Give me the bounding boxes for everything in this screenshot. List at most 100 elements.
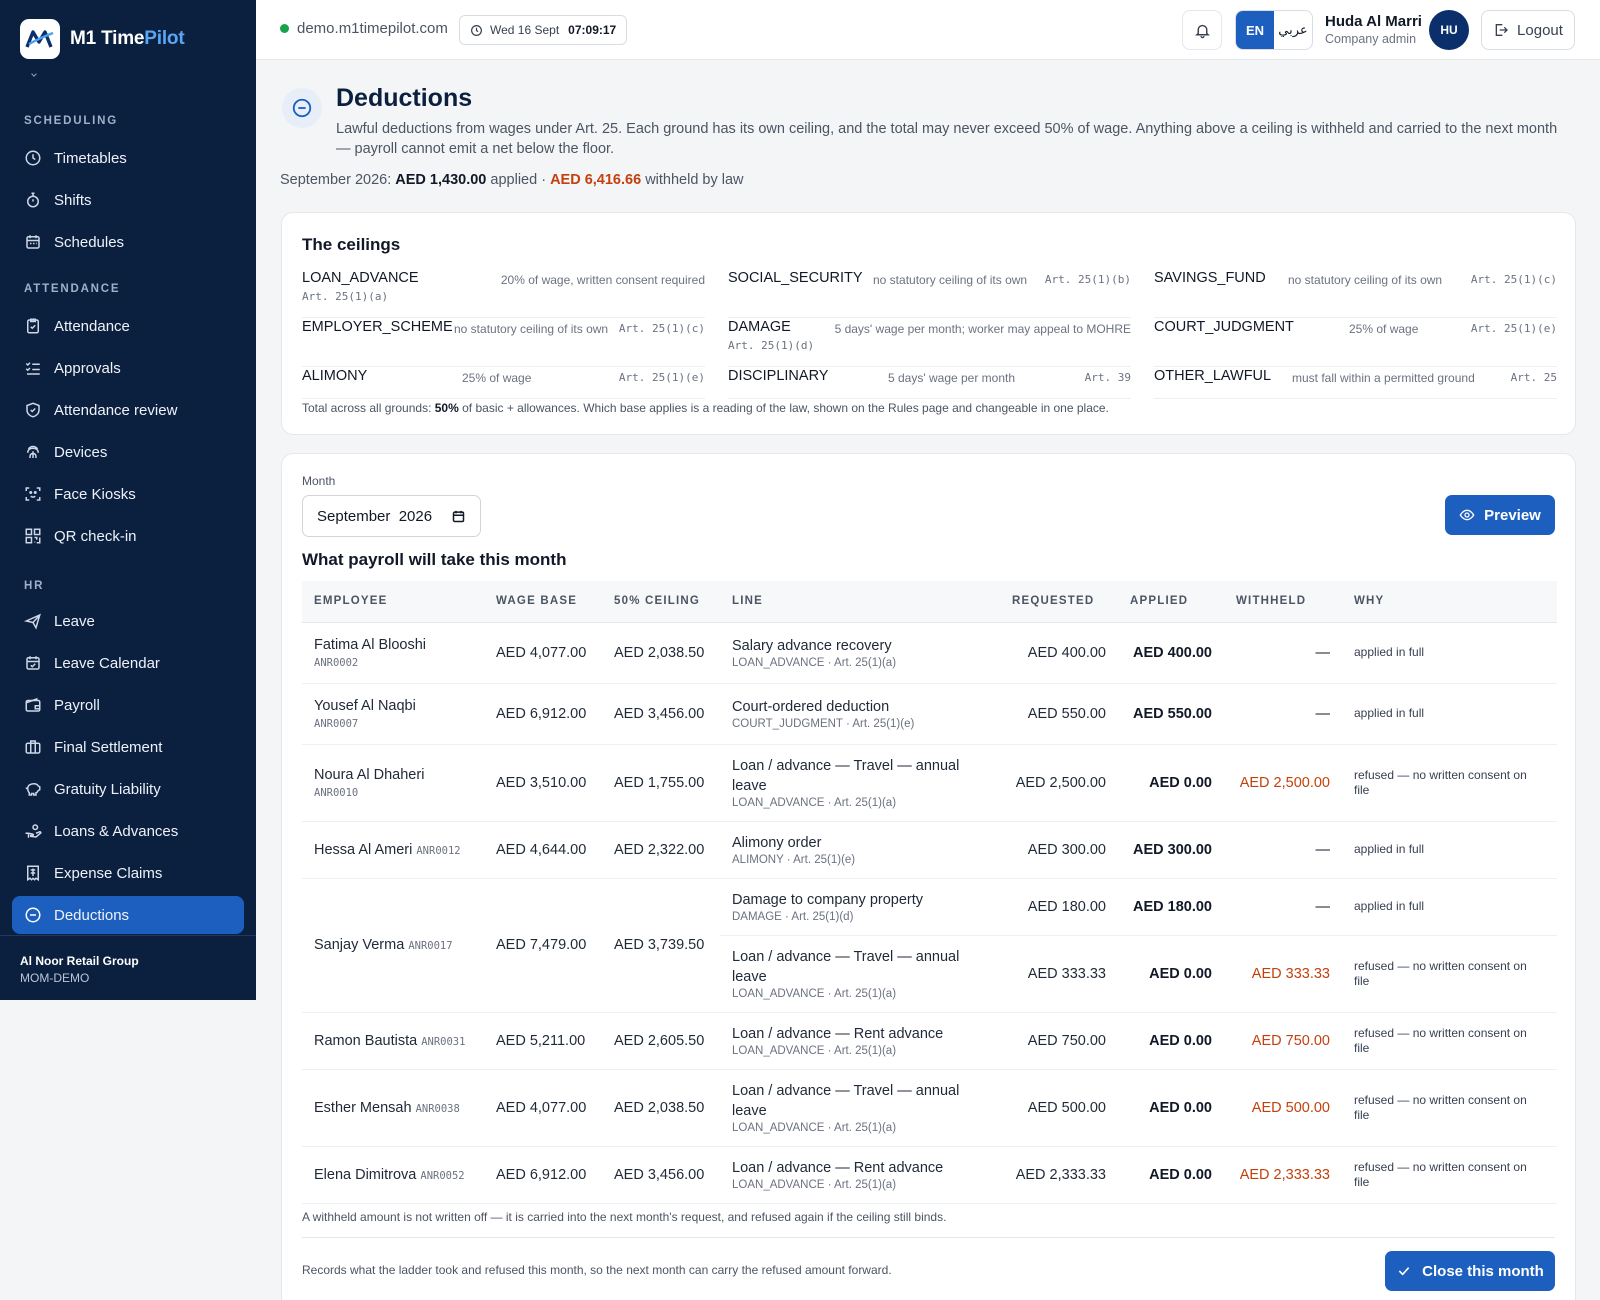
column-header[interactable]: APPLIED: [1118, 581, 1224, 623]
org-name: Al Noor Retail Group: [20, 954, 139, 968]
avatar[interactable]: HU: [1429, 10, 1469, 50]
column-header[interactable]: LINE: [720, 581, 1000, 623]
table-row[interactable]: Hessa Al Ameri ANR0012 AED 4,644.00 AED …: [302, 821, 1557, 879]
table-row[interactable]: Yousef Al Naqbi ANR0007 AED 6,912.00 AED …: [302, 683, 1557, 745]
sidebar-item-timetables[interactable]: Timetables: [12, 139, 244, 177]
org-switcher[interactable]: Al Noor Retail Group MOM-DEMO: [0, 935, 256, 985]
sidebar-item-final-settlement[interactable]: Final Settlement: [12, 728, 244, 766]
reason: refused — no written consent on file: [1342, 935, 1557, 1013]
ceiling-amount: AED 2,038.50: [602, 1069, 720, 1147]
clock-date: Wed 16 Sept: [490, 23, 560, 37]
check-icon: [1398, 1267, 1410, 1276]
sidebar-item-label: Approvals: [54, 359, 121, 377]
logout-button[interactable]: Logout: [1481, 10, 1575, 50]
sidebar-item-label: Leave: [54, 612, 95, 630]
table-row[interactable]: Ramon Bautista ANR0031 AED 5,211.00 AED …: [302, 1012, 1557, 1070]
reason: refused — no written consent on file: [1342, 1012, 1557, 1070]
line-title: Loan / advance — Rent advance: [732, 1026, 944, 1042]
fingerprint-icon: [27, 445, 39, 459]
brand[interactable]: M1 TimePilot: [20, 19, 185, 59]
ceilings-title: The ceilings: [302, 235, 401, 254]
sidebar-item-face-kiosks[interactable]: Face Kiosks: [12, 475, 244, 513]
sidebar-item-schedules[interactable]: Schedules: [12, 223, 244, 261]
sidebar-item-leave[interactable]: Leave: [12, 602, 244, 640]
calendar-icon[interactable]: [451, 509, 466, 524]
wage-base: AED 7,479.00: [484, 878, 602, 1013]
ceiling-amount: AED 2,605.50: [602, 1012, 720, 1070]
wage-base: AED 3,510.00: [484, 744, 602, 822]
org-code: MOM-DEMO: [20, 971, 90, 985]
ceiling-article: Art. 25(1)(e): [1470, 322, 1557, 335]
employee-name: Noura Al Dhaheri: [314, 766, 425, 783]
employee-cell: Yousef Al Naqbi ANR0007: [302, 683, 484, 745]
column-header[interactable]: REQUESTED: [1000, 581, 1118, 623]
line-title: Loan / advance — Travel — annual leave: [732, 758, 960, 794]
column-header[interactable]: 50% CEILING: [602, 581, 720, 623]
table-row[interactable]: Fatima Al Blooshi ANR0002 AED 4,077.00 AE…: [302, 622, 1557, 684]
ceiling-article: Art. 25(1)(b): [1044, 273, 1131, 286]
user-name: Huda Al Marri: [1325, 13, 1422, 30]
applied-amount: AED 0.00: [1118, 1012, 1224, 1070]
sidebar-item-leave-calendar[interactable]: Leave Calendar: [12, 644, 244, 682]
line-ground: LOAN_ADVANCE · Art. 25(1)(a): [732, 988, 897, 1000]
employee-cell: Fatima Al Blooshi ANR0002: [302, 622, 484, 684]
table-row[interactable]: Esther Mensah ANR0038 AED 4,077.00 AED 2…: [302, 1069, 1557, 1147]
column-header[interactable]: WAGE BASE: [484, 581, 602, 623]
summary-applied-label: applied ·: [490, 172, 547, 188]
sidebar-item-label: QR check-in: [54, 527, 137, 545]
ceiling-article: Art. 25(1)(d): [728, 339, 815, 352]
preview-button[interactable]: Preview: [1445, 495, 1555, 535]
sidebar: M1 TimePilot SCHEDULING ATTENDANCE HR Ti…: [0, 0, 256, 1000]
column-header[interactable]: WITHHELD: [1224, 581, 1342, 623]
column-header[interactable]: EMPLOYEE: [302, 581, 484, 623]
user-info[interactable]: Huda Al Marri Company admin: [1325, 13, 1422, 46]
line-cell: Court-ordered deduction COURT_JUDGMENT · …: [720, 683, 1000, 745]
sidebar-item-attendance[interactable]: Attendance: [12, 307, 244, 345]
line-title: Loan / advance — Travel — annual leave: [732, 1083, 960, 1119]
scroll-up-icon[interactable]: [31, 71, 37, 77]
ceiling-code: EMPLOYER_SCHEME: [302, 319, 453, 335]
sidebar-item-expense-claims[interactable]: Expense Claims: [12, 854, 244, 892]
clipboard-check-icon: [27, 318, 39, 334]
month-input[interactable]: September 2026: [302, 495, 481, 537]
month-label: Month: [302, 474, 336, 488]
lang-en-button[interactable]: EN: [1236, 11, 1274, 49]
ceiling-rule: no statutory ceiling of its own: [454, 322, 609, 336]
requested-amount: AED 500.00: [1000, 1069, 1118, 1147]
sidebar-item-deductions[interactable]: Deductions: [12, 896, 244, 934]
employee-name: Ramon Bautista: [314, 1032, 418, 1049]
notifications-button[interactable]: [1182, 10, 1222, 50]
employee-name: Elena Dimitrova: [314, 1166, 417, 1183]
line-title: Loan / advance — Travel — annual leave: [732, 949, 960, 985]
sidebar-item-devices[interactable]: Devices: [12, 433, 244, 471]
line-ground: DAMAGE · Art. 25(1)(d): [732, 911, 854, 923]
sidebar-item-qr-check-in[interactable]: QR check-in: [12, 517, 244, 555]
line-ground: ALIMONY · Art. 25(1)(e): [732, 854, 856, 866]
withheld-amount: AED 2,500.00: [1224, 744, 1342, 822]
column-header[interactable]: WHY: [1342, 581, 1557, 623]
ceiling-item: OTHER_LAWFUL must fall within a permitte…: [1154, 368, 1557, 399]
wage-base: AED 4,077.00: [484, 622, 602, 684]
sidebar-item-loans-advances[interactable]: Loans & Advances: [12, 812, 244, 850]
lang-ar-button[interactable]: عربي: [1274, 11, 1312, 49]
sidebar-item-attendance-review[interactable]: Attendance review: [12, 391, 244, 429]
section-scheduling: SCHEDULING: [24, 115, 119, 127]
ceiling-rule: 5 days' wage per month: [888, 371, 1016, 385]
reason: refused — no written consent on file: [1342, 1069, 1557, 1147]
close-month-button[interactable]: Close this month: [1385, 1251, 1555, 1291]
plane-icon: [24, 613, 41, 630]
deductions-table: EMPLOYEE WAGE BASE 50% CEILING LINE REQU…: [302, 581, 1557, 1204]
bell-icon: [1194, 24, 1210, 38]
hand-coins-icon: [25, 824, 42, 838]
sidebar-item-approvals[interactable]: Approvals: [12, 349, 244, 387]
withheld-note: A withheld amount is not written off — i…: [302, 1210, 947, 1224]
table-row[interactable]: Noura Al Dhaheri ANR0010 AED 3,510.00 AED…: [302, 744, 1557, 822]
topbar: demo.m1timepilot.com Wed 16 Sept 07:09:1…: [256, 0, 1600, 60]
sidebar-item-shifts[interactable]: Shifts: [12, 181, 244, 219]
sidebar-item-payroll[interactable]: Payroll: [12, 686, 244, 724]
sidebar-item-label: Attendance review: [54, 401, 178, 419]
table-row[interactable]: Sanjay Verma ANR0017 AED 7,479.00 AED 3,…: [302, 878, 1557, 1013]
line-ground: LOAN_ADVANCE · Art. 25(1)(a): [732, 1122, 897, 1134]
sidebar-item-gratuity-liability[interactable]: Gratuity Liability: [12, 770, 244, 808]
table-row[interactable]: Elena Dimitrova ANR0052 AED 6,912.00 AED…: [302, 1146, 1557, 1204]
